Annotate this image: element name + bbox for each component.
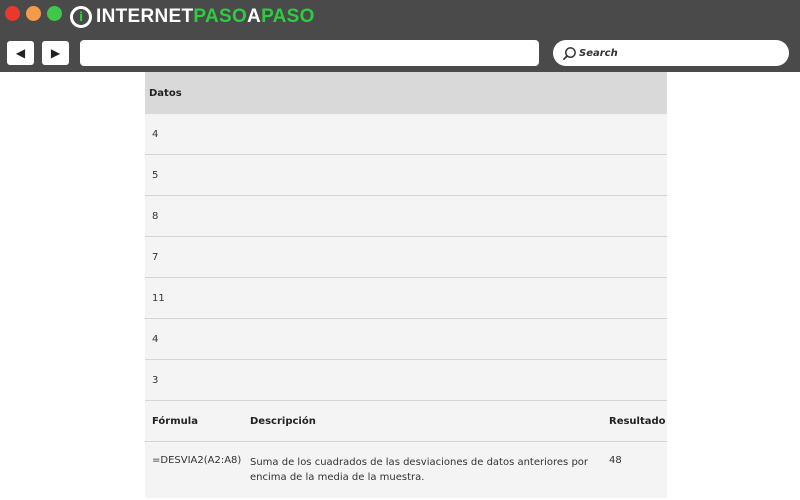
browser-toolbar: ◀ ▶ Search — [0, 34, 800, 72]
formula-header: Fórmula — [152, 415, 198, 427]
table-row: 4 — [145, 319, 667, 360]
page-content: Datos 4 5 8 7 11 4 3 Fórmula Descripción… — [0, 72, 800, 500]
search-icon — [563, 46, 576, 60]
title-bar: i INTERNET PASO A PASO — [0, 0, 800, 34]
result-cell: 48 — [609, 455, 622, 466]
browser-window: i INTERNET PASO A PASO ◀ ▶ Search Datos 4 — [0, 0, 800, 500]
formula-cell: =DESVIA2(A2:A8) — [152, 455, 242, 466]
table-row: 4 — [145, 114, 667, 155]
data-cell: 7 — [152, 251, 159, 263]
data-cell: 4 — [152, 128, 159, 140]
data-cell: 4 — [152, 333, 159, 345]
logo-text-part3: A — [247, 6, 262, 27]
result-header: Resultado — [609, 415, 666, 427]
minimize-window-button[interactable] — [26, 6, 41, 21]
back-arrow-icon: ◀ — [15, 46, 26, 60]
logo-text-part2: PASO — [193, 6, 248, 27]
excel-example-table: Datos 4 5 8 7 11 4 3 Fórmula Descripción… — [145, 72, 667, 498]
table-row: 7 — [145, 237, 667, 278]
description-cell: Suma de los cuadrados de las desviacione… — [250, 457, 589, 483]
formula-header-row: Fórmula Descripción Resultado — [145, 401, 667, 442]
logo-text-part1: INTERNET — [96, 6, 194, 27]
table-row: 3 — [145, 360, 667, 401]
logo-text-part4: PASO — [261, 6, 315, 27]
data-cell: 3 — [152, 374, 159, 386]
formula-row: =DESVIA2(A2:A8) Suma de los cuadrados de… — [145, 442, 667, 498]
logo-mark-icon: i — [70, 6, 92, 28]
search-placeholder: Search — [579, 47, 618, 59]
datos-header: Datos — [149, 87, 182, 99]
table-header-row: Datos — [145, 72, 667, 114]
table-row: 8 — [145, 196, 667, 237]
address-bar[interactable] — [80, 40, 539, 66]
close-window-button[interactable] — [5, 6, 20, 21]
description-header: Descripción — [250, 415, 316, 427]
search-input[interactable]: Search — [553, 40, 789, 66]
data-cell: 8 — [152, 210, 159, 222]
maximize-window-button[interactable] — [47, 6, 62, 21]
data-cell: 5 — [152, 169, 159, 181]
forward-button[interactable]: ▶ — [42, 41, 69, 65]
site-logo: i INTERNET PASO A PASO — [70, 4, 315, 30]
forward-arrow-icon: ▶ — [50, 46, 61, 60]
table-row: 11 — [145, 278, 667, 319]
back-button[interactable]: ◀ — [7, 41, 34, 65]
table-row: 5 — [145, 155, 667, 196]
data-cell: 11 — [152, 292, 165, 304]
